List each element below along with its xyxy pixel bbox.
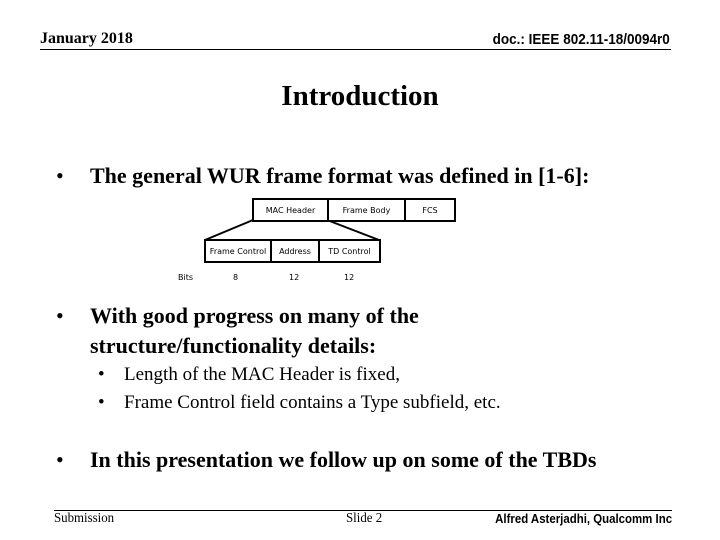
field-label: Address	[279, 246, 311, 256]
footer-submission: Submission	[54, 511, 115, 526]
footer-author: Alfred Asterjadhi, Qualcomm Inc	[495, 511, 672, 526]
header-doc-id: doc.: IEEE 802.11-18/0094r0	[492, 31, 670, 48]
bullet-icon: •	[98, 392, 105, 413]
bullet-tbds: • In this presentation we follow up on s…	[56, 445, 696, 475]
header-divider	[40, 49, 671, 50]
bullet-progress: • With good progress on many of the stru…	[56, 301, 696, 361]
expand-line-right	[326, 219, 380, 241]
field-label: Frame Body	[342, 205, 391, 215]
field-fcs: FCS	[404, 198, 456, 222]
field-address: Address	[270, 239, 320, 263]
bits-address: 12	[289, 273, 300, 282]
bits-td-control: 12	[344, 273, 355, 282]
bullet-text: In this presentation we follow up on som…	[90, 447, 597, 472]
bits-frame-control: 8	[233, 273, 239, 282]
field-frame-body: Frame Body	[327, 198, 406, 222]
bullet-icon: •	[56, 447, 64, 472]
bits-label: Bits	[178, 273, 194, 282]
expand-line-left	[204, 219, 254, 241]
sub-bullet-mac-header-length: • Length of the MAC Header is fixed,	[98, 362, 658, 388]
footer-slide-number: Slide 2	[346, 511, 383, 526]
header-date: January 2018	[40, 30, 133, 47]
bullet-text-line1: With good progress on many of the	[90, 303, 419, 328]
bullet-icon: •	[56, 163, 64, 188]
field-label: Frame Control	[209, 246, 267, 256]
field-label: TD Control	[328, 246, 371, 256]
sub-bullet-text: Frame Control field contains a Type subf…	[124, 392, 501, 413]
bullet-icon: •	[56, 303, 64, 328]
bullet-text-line2: structure/functionality details:	[90, 333, 377, 358]
slide-title: Introduction	[281, 80, 439, 112]
field-label: MAC Header	[265, 205, 316, 215]
bullet-text: The general WUR frame format was defined…	[90, 163, 590, 188]
field-mac-header: MAC Header	[252, 198, 329, 222]
field-label: FCS	[422, 205, 438, 215]
sub-bullet-text: Length of the MAC Header is fixed,	[124, 364, 400, 385]
bullet-icon: •	[98, 364, 105, 385]
sub-bullet-frame-control-type: • Frame Control field contains a Type su…	[98, 390, 658, 416]
field-frame-control: Frame Control	[204, 239, 272, 263]
bullet-frame-format: • The general WUR frame format was defin…	[56, 161, 696, 191]
field-td-control: TD Control	[318, 239, 381, 263]
